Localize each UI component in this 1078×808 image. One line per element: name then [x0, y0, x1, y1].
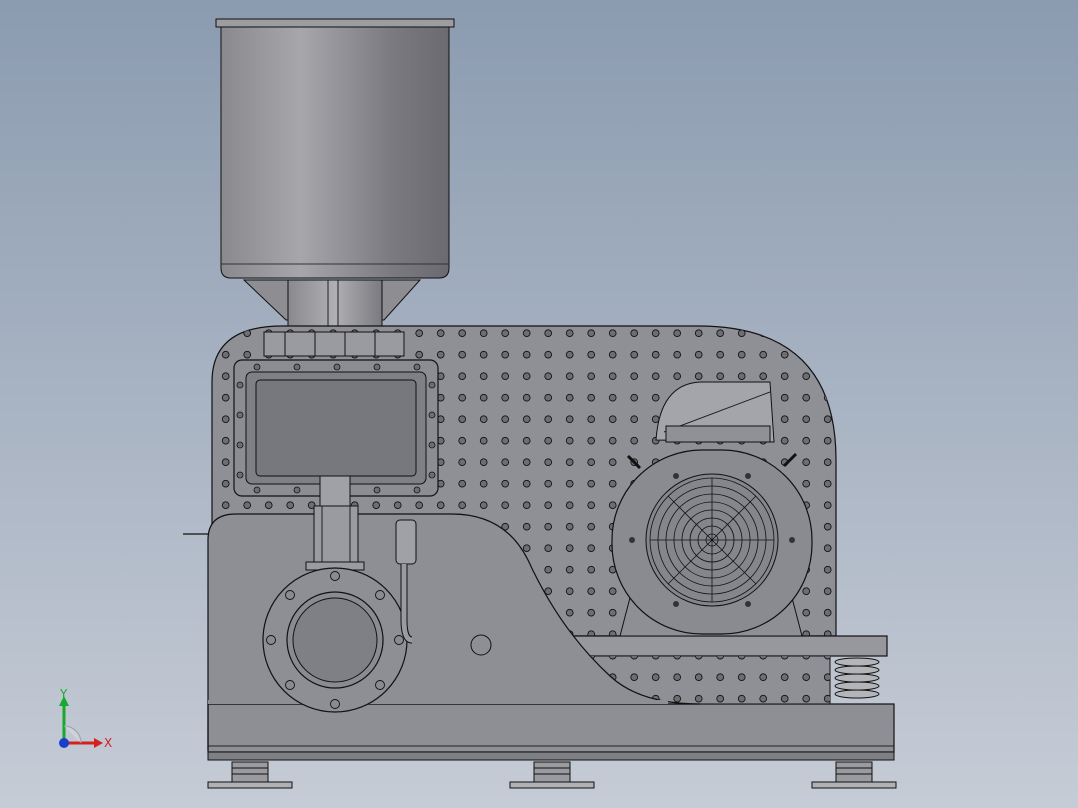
vibration-mill-model[interactable] — [0, 0, 1078, 808]
fan-guard-icon — [649, 477, 775, 603]
x-arrow-icon — [94, 738, 103, 748]
x-axis-label: X — [104, 736, 112, 750]
cad-viewport[interactable]: Y X — [0, 0, 1078, 808]
z-axis-icon — [59, 738, 69, 748]
spring — [834, 657, 880, 699]
inlet-flange — [263, 331, 405, 357]
support-feet — [207, 761, 897, 789]
y-axis-label: Y — [59, 687, 68, 701]
coordinate-triad: Y X — [59, 687, 112, 750]
hopper — [215, 18, 455, 333]
